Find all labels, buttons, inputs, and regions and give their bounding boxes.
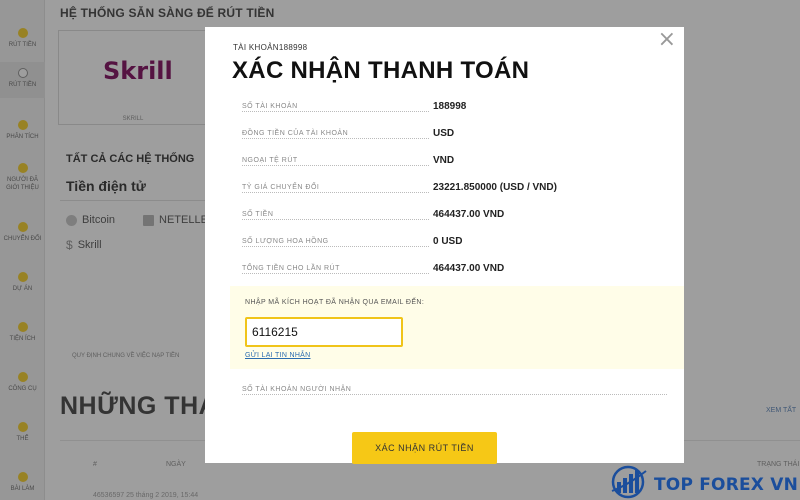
watermark: TOP FOREX VN <box>606 462 800 500</box>
info-value: VND <box>433 155 455 166</box>
dotted-leader <box>242 394 667 395</box>
activation-code-label: NHẬP MÃ KÍCH HOẠT ĐÃ NHẬN QUA EMAIL ĐẾN: <box>245 299 425 306</box>
confirm-payment-modal: × TÀI KHOẢN188998 XÁC NHẬN THANH TOÁN SỐ… <box>205 27 684 464</box>
dotted-leader <box>242 273 429 274</box>
recipient-account-label: SỐ TÀI KHOẢN NGƯỜI NHẬN <box>242 386 352 393</box>
confirm-withdraw-button[interactable]: XÁC NHẬN RÚT TIỀN <box>352 432 497 464</box>
info-row-account-currency: ĐỒNG TIỀN CỦA TÀI KHOẢN USD <box>242 128 622 141</box>
info-row-withdraw-currency: NGOẠI TỆ RÚT VND <box>242 155 622 168</box>
info-label: TỔNG TIỀN CHO LẦN RÚT <box>242 265 340 272</box>
close-icon[interactable]: × <box>658 29 676 51</box>
dotted-leader <box>242 192 429 193</box>
info-label: SỐ TÀI KHOẢN <box>242 103 298 110</box>
dotted-leader <box>242 165 429 166</box>
chart-globe-icon <box>611 465 647 499</box>
activation-code-input[interactable] <box>245 317 403 347</box>
account-label: TÀI KHOẢN188998 <box>233 43 308 52</box>
info-row-total: TỔNG TIỀN CHO LẦN RÚT 464437.00 VND <box>242 263 622 276</box>
info-value: USD <box>433 128 455 139</box>
info-value: 188998 <box>433 101 467 112</box>
info-row-exchange-rate: TỶ GIÁ CHUYỂN ĐỔI 23221.850000 (USD / VN… <box>242 182 622 195</box>
info-row-amount: SỐ TIỀN 464437.00 VND <box>242 209 622 222</box>
info-row-commission: SỐ LƯỢNG HOA HỒNG 0 USD <box>242 236 622 249</box>
info-label: NGOẠI TỆ RÚT <box>242 157 298 164</box>
dotted-leader <box>242 246 429 247</box>
recipient-account-row: SỐ TÀI KHOẢN NGƯỜI NHẬN <box>242 385 667 397</box>
dotted-leader <box>242 219 429 220</box>
info-value: 23221.850000 (USD / VND) <box>433 182 557 193</box>
info-label: SỐ TIỀN <box>242 211 274 218</box>
activation-code-section: NHẬP MÃ KÍCH HOẠT ĐÃ NHẬN QUA EMAIL ĐẾN:… <box>230 286 684 369</box>
watermark-text: TOP FOREX VN <box>654 475 799 495</box>
info-label: TỶ GIÁ CHUYỂN ĐỔI <box>242 184 320 191</box>
info-value: 0 USD <box>433 236 463 247</box>
dotted-leader <box>242 138 429 139</box>
info-value: 464437.00 VND <box>433 209 505 220</box>
info-value: 464437.00 VND <box>433 263 505 274</box>
info-row-account-number: SỐ TÀI KHOẢN 188998 <box>242 101 622 114</box>
dotted-leader <box>242 111 429 112</box>
modal-title: XÁC NHẬN THANH TOÁN <box>232 57 530 84</box>
resend-message-link[interactable]: GỬI LẠI TIN NHẮN <box>245 352 311 359</box>
info-label: SỐ LƯỢNG HOA HỒNG <box>242 238 329 245</box>
info-label: ĐỒNG TIỀN CỦA TÀI KHOẢN <box>242 130 349 137</box>
